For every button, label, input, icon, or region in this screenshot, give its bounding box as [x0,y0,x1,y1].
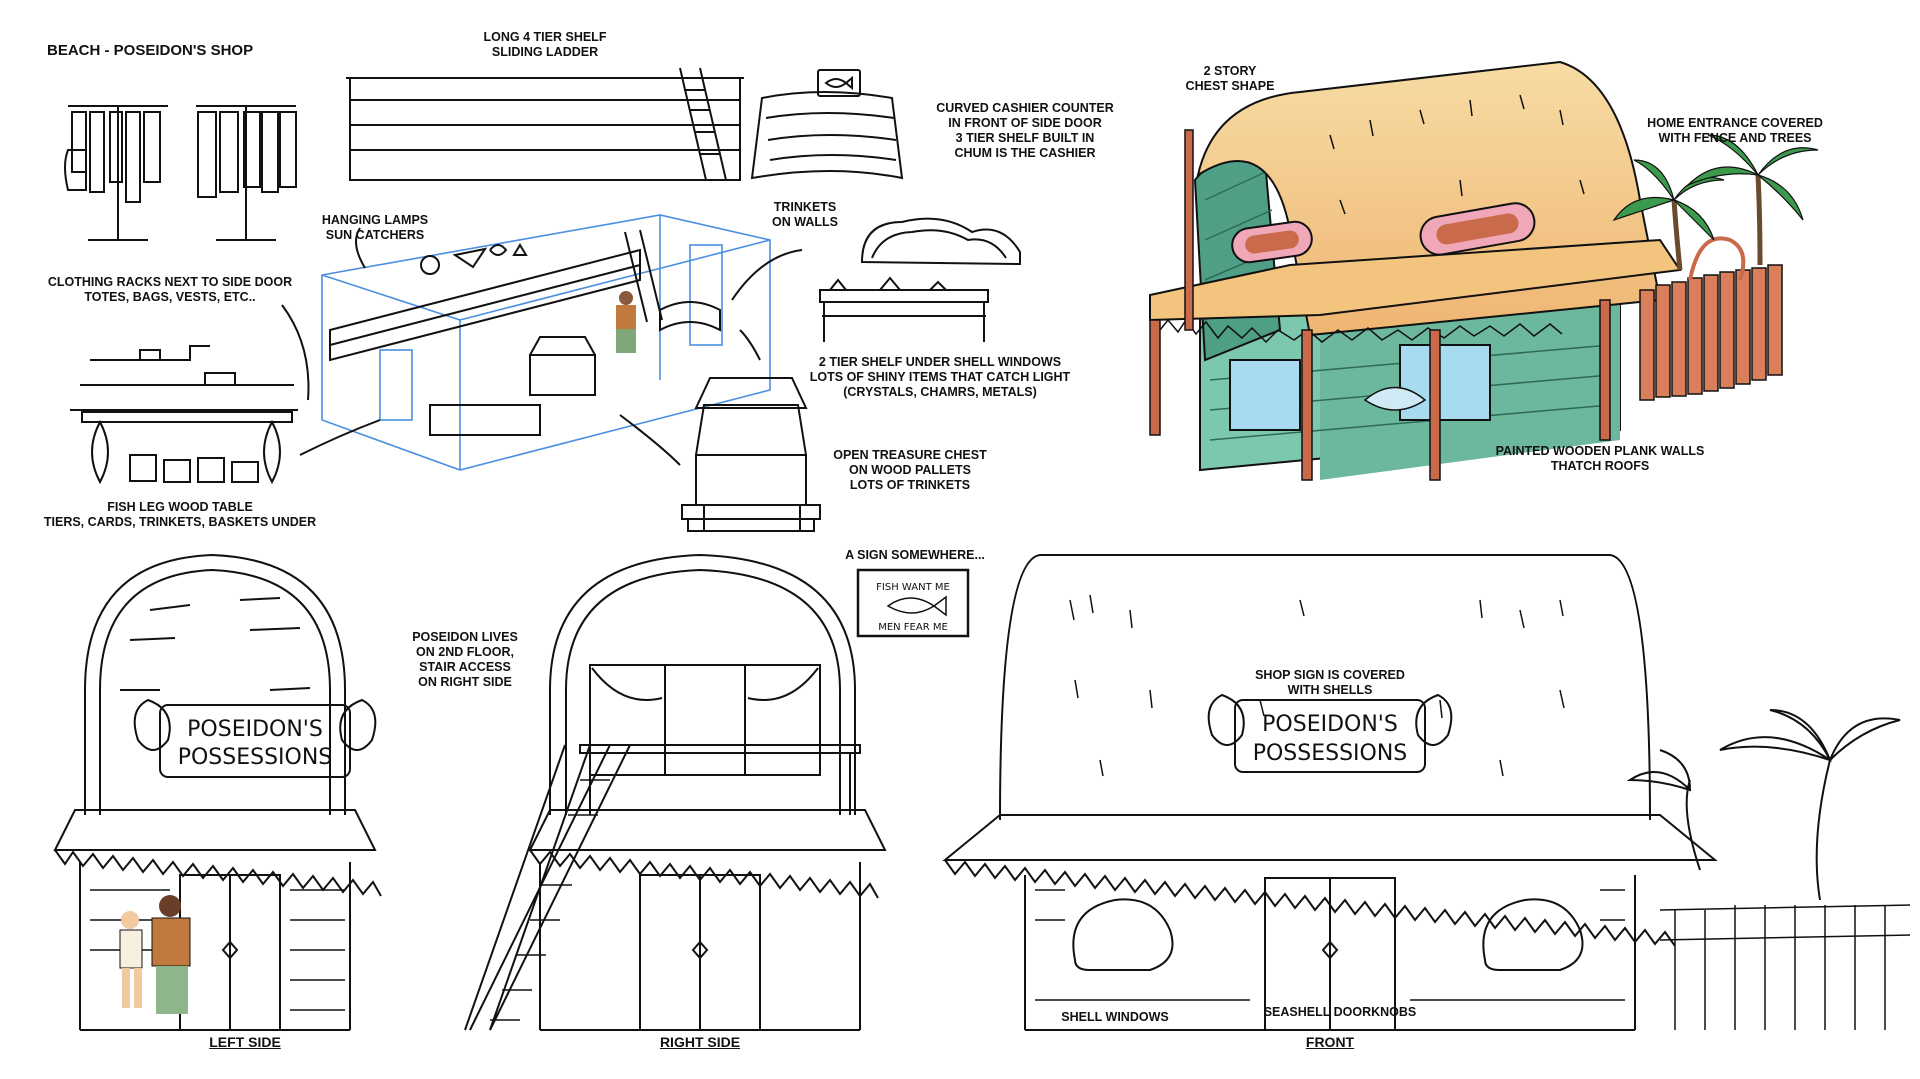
label-shell-windows: SHELL WINDOWS [1061,1010,1169,1024]
label-story-line2: CHEST SHAPE [1185,79,1275,93]
label-shopsign-line1: SHOP SIGN IS COVERED [1255,668,1405,682]
label-long-shelf-line1: LONG 4 TIER SHELF [483,30,607,44]
label-poseidon-lives: POSEIDON LIVES ON 2ND FLOOR, STAIR ACCES… [405,630,525,690]
palm-tree-icon-2 [1687,134,1819,266]
label-cashier-line3: 3 TIER SHELF BUILT IN [955,131,1095,145]
fish-sign: FISH WANT ME MEN FEAR ME [856,568,970,638]
label-home-line2: WITH FENCE AND TREES [1658,131,1812,145]
label-clothing-racks: CLOTHING RACKS NEXT TO SIDE DOOR TOTES, … [40,275,300,305]
two-tier-shelf-sketch [819,217,1021,342]
right-side-elevation [464,553,887,1031]
page-title: BEACH - POSEIDON'S SHOP [47,42,254,59]
interior-blueprint-sketch [321,214,771,471]
label-cashier: CURVED CASHIER COUNTER IN FRONT OF SIDE … [915,101,1135,161]
front-sign-line1: POSEIDON'S [1262,712,1398,737]
fish-leg-table-sketch [70,345,298,485]
label-table-line1: FISH LEG WOOD TABLE [107,500,253,514]
label-lamps: HANGING LAMPS SUN CATCHERS [300,213,450,243]
label-home-line1: HOME ENTRANCE COVERED [1647,116,1823,130]
label-shop-sign: SHOP SIGN IS COVERED WITH SHELLS [1245,668,1415,698]
label-fish-table: FISH LEG WOOD TABLE TIERS, CARDS, TRINKE… [40,500,320,530]
label-two-tier-shelf: 2 TIER SHELF UNDER SHELL WINDOWS LOTS OF… [795,355,1085,400]
label-lamps-line1: HANGING LAMPS [321,213,429,227]
annotation-arrows [281,227,803,466]
label-two-story: 2 STORY CHEST SHAPE [1175,64,1285,94]
front-sign-line2: POSSESSIONS [1253,741,1408,766]
label-painted-walls: PAINTED WOODEN PLANK WALLS THATCH ROOFS [1480,444,1720,474]
label-lamps-line2: SUN CATCHERS [325,228,425,242]
label-trinkets-line2: ON WALLS [772,215,838,229]
clothing-racks-sketch [64,105,297,241]
cashier-counter-sketch [750,69,904,180]
front-elevation: POSEIDON'S POSSESSIONS [942,554,1911,1031]
label-treasure-chest: OPEN TREASURE CHEST ON WOOD PALLETS LOTS… [810,448,1010,493]
label-cashier-line4: CHUM IS THE CASHIER [954,146,1096,160]
label-chest-line1: OPEN TREASURE CHEST [833,448,987,462]
view-label-left-side: LEFT SIDE [209,1034,281,1050]
label-chest-line3: LOTS OF TRINKETS [849,478,971,492]
label-lives-line3: STAIR ACCESS [419,660,511,674]
label-shopsign-line2: WITH SHELLS [1287,683,1373,697]
label-long-shelf-line2: SLIDING LADDER [491,45,599,59]
label-walls-line1: PAINTED WOODEN PLANK WALLS [1495,444,1705,458]
treasure-chest-sketch [681,377,821,532]
label-cashier-line2: IN FRONT OF SIDE DOOR [948,116,1102,130]
label-walls-line2: THATCH ROOFS [1550,459,1650,473]
label-racks-line2: TOTES, BAGS, VESTS, ETC.. [84,290,256,304]
fish-sign-line2: MEN FEAR ME [878,622,948,633]
concept-art-sheet: POSEIDON'S POSSESSIONS FISH WANT ME MEN … [53,60,1911,1031]
label-trinkets-line1: TRINKETS [773,200,837,214]
label-lives-line1: POSEIDON LIVES [412,630,518,644]
label-story-line1: 2 STORY [1203,64,1257,78]
label-trinkets: TRINKETS ON WALLS [755,200,855,230]
left-side-elevation: POSEIDON'S POSSESSIONS [53,553,382,1031]
label-doorknobs: SEASHELL DOORKNOBS [1263,1005,1417,1019]
label-cashier-line1: CURVED CASHIER COUNTER [936,101,1114,115]
label-racks-line1: CLOTHING RACKS NEXT TO SIDE DOOR [47,275,293,289]
label-sign-somewhere: A SIGN SOMEWHERE... [845,548,985,562]
long-shelf-sketch [346,67,744,181]
label-shelf2-line2: LOTS OF SHINY ITEMS THAT CATCH LIGHT [809,370,1071,384]
label-lives-line2: ON 2ND FLOOR, [416,645,514,659]
label-table-line2: TIERS, CARDS, TRINKETS, BASKETS UNDER [43,515,317,529]
view-label-right-side: RIGHT SIDE [659,1034,741,1050]
left-sign-line1: POSEIDON'S [187,717,323,742]
cashier-figure [616,291,636,353]
label-shelf2-line1: 2 TIER SHELF UNDER SHELL WINDOWS [818,355,1062,369]
label-home-entrance: HOME ENTRANCE COVERED WITH FENCE AND TRE… [1635,116,1835,146]
label-long-shelf: LONG 4 TIER SHELF SLIDING LADDER [430,30,660,60]
label-chest-line2: ON WOOD PALLETS [849,463,971,477]
left-sign-line2: POSSESSIONS [178,745,333,770]
label-shelf2-line3: (CRYSTALS, CHAMRS, METALS) [843,385,1037,399]
label-lives-line4: ON RIGHT SIDE [418,675,512,689]
fish-sign-line1: FISH WANT ME [876,582,950,593]
view-label-front: FRONT [1305,1034,1355,1050]
